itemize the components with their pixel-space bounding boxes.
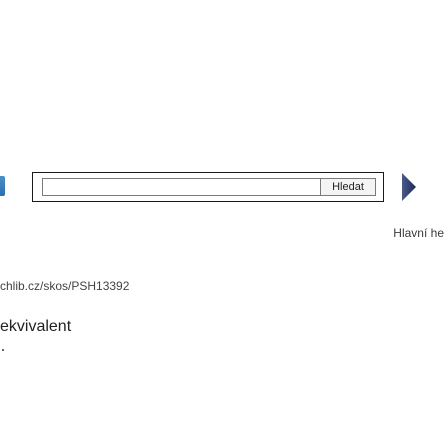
search-form: Hledat: [32, 172, 384, 202]
list-bullet: [2, 349, 4, 351]
field-label: ekvivalent: [0, 318, 72, 335]
search-button[interactable]: Hledat: [320, 178, 376, 196]
concept-uri: chlib.cz/skos/PSH13392: [0, 279, 130, 293]
search-input[interactable]: [42, 178, 320, 196]
arrow-right-icon[interactable]: [402, 173, 416, 201]
page: Hledat Hlavní he chlib.cz/skos/PSH13392 …: [0, 0, 448, 448]
logo-icon[interactable]: [0, 176, 5, 196]
main-page-link[interactable]: Hlavní he: [393, 226, 444, 240]
